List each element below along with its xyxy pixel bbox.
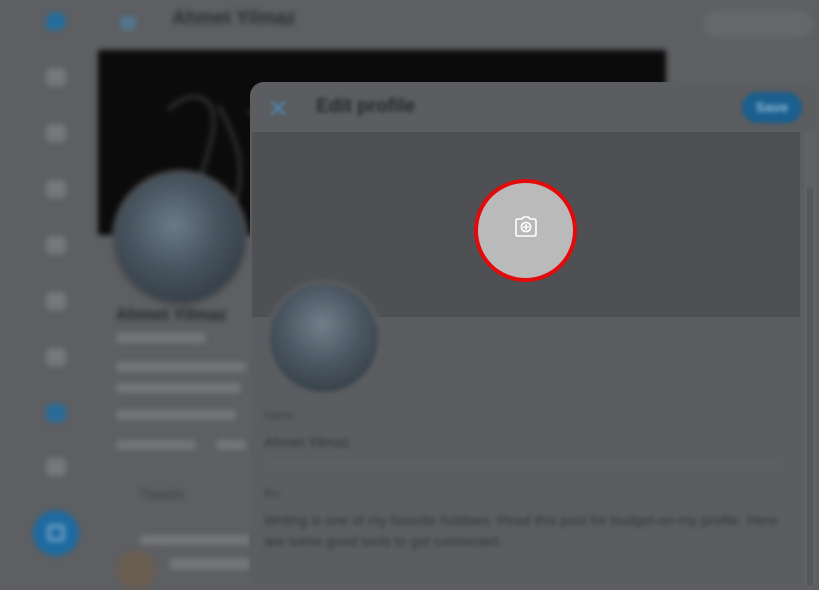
divider <box>264 461 784 462</box>
twitter-logo-icon[interactable] <box>46 12 66 30</box>
compose-tweet-button[interactable] <box>33 510 79 556</box>
profile-bio-line <box>116 362 246 372</box>
profile-handle <box>116 333 206 343</box>
profile-bio-line <box>116 383 241 393</box>
modal-header: Edit profile Save <box>250 82 816 132</box>
bio-field[interactable]: Bio Writing is one of my favorite hobbie… <box>264 488 784 552</box>
tweet-author[interactable] <box>170 558 250 570</box>
left-nav-sidebar <box>0 0 100 585</box>
tweet-avatar[interactable] <box>116 550 156 590</box>
profile-topbar: Ahmet Yilmaz <box>100 0 819 50</box>
back-arrow-icon[interactable] <box>120 16 136 30</box>
tab-tweets[interactable]: Tweets <box>140 486 184 502</box>
home-icon[interactable] <box>46 68 66 86</box>
profile-icon[interactable] <box>46 404 66 422</box>
scroll-thumb[interactable] <box>807 187 813 585</box>
save-button[interactable]: Save <box>742 92 802 123</box>
more-icon[interactable] <box>46 458 66 476</box>
edit-avatar-image[interactable] <box>266 280 382 396</box>
profile-location <box>116 410 236 420</box>
close-icon[interactable] <box>266 96 290 120</box>
profile-following-count[interactable] <box>216 440 246 450</box>
name-field[interactable]: Name Ahmet Yilmaz <box>264 410 784 462</box>
pinned-tweet-label <box>140 535 250 545</box>
edit-profile-modal: Edit profile Save Name Ahmet Yilmaz Bio … <box>250 82 816 585</box>
profile-name: Ahmet Yilmaz <box>116 305 227 324</box>
modal-title: Edit profile <box>316 96 416 117</box>
modal-scrollbar[interactable] <box>804 132 816 585</box>
profile-joined-date <box>116 440 196 450</box>
add-photo-camera-icon <box>515 216 537 237</box>
lists-icon[interactable] <box>46 348 66 366</box>
bio-field-label: Bio <box>264 488 280 500</box>
profile-topbar-title: Ahmet Yilmaz <box>172 8 296 29</box>
name-field-value[interactable]: Ahmet Yilmaz <box>264 432 784 453</box>
name-field-label: Name <box>264 410 294 422</box>
messages-icon[interactable] <box>46 236 66 254</box>
search-box[interactable] <box>703 10 813 38</box>
notifications-icon[interactable] <box>46 180 66 198</box>
profile-avatar[interactable] <box>112 170 248 306</box>
bio-field-value[interactable]: Writing is one of my favorite hobbies. R… <box>264 510 784 552</box>
bookmarks-icon[interactable] <box>46 292 66 310</box>
explore-icon[interactable] <box>46 124 66 142</box>
add-header-photo-button[interactable] <box>478 183 573 278</box>
